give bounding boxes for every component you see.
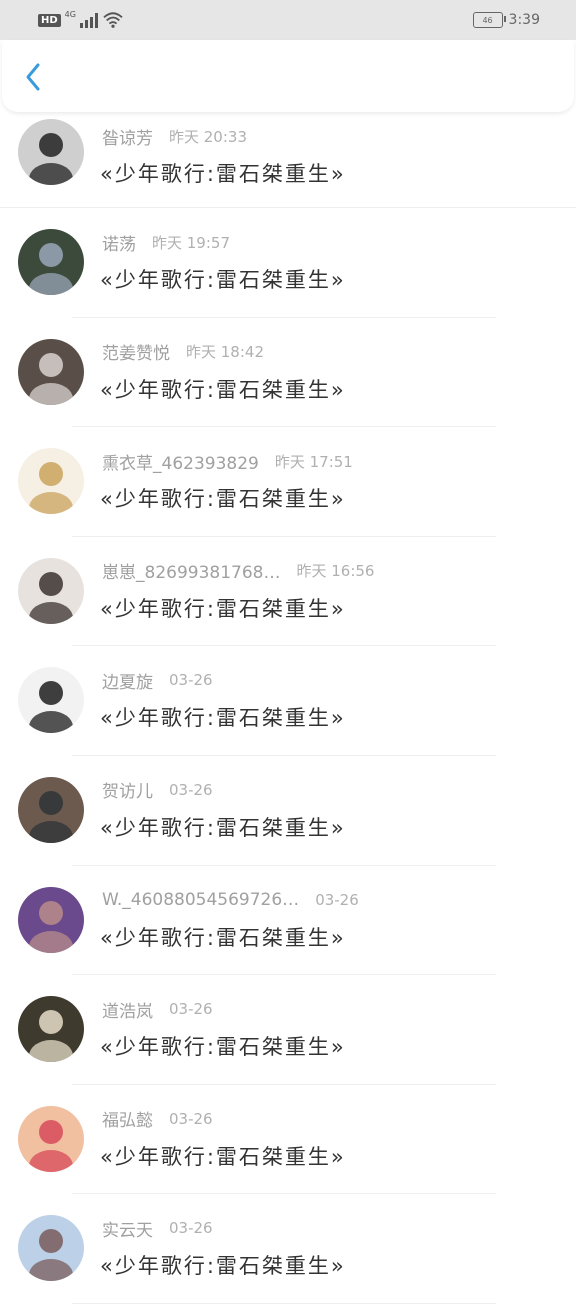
wifi-icon (103, 12, 123, 28)
avatar[interactable] (18, 338, 84, 405)
sender-name[interactable]: 福弘懿 (102, 1106, 153, 1131)
message-text[interactable]: «少年歌行:雷石桀重生» (100, 1031, 346, 1061)
back-button[interactable] (18, 62, 48, 92)
message-meta: 福弘懿 03-26 (102, 1106, 213, 1132)
sender-name[interactable]: 边夏旋 (102, 668, 153, 693)
message-text[interactable]: «少年歌行:雷石桀重生» (100, 1141, 346, 1171)
list-item[interactable]: 昝谅芳 昨天 20:33 «少年歌行:雷石桀重生» (0, 112, 576, 208)
message-time: 昨天 16:56 (296, 562, 375, 581)
sender-name[interactable]: 昝谅芳 (102, 124, 153, 149)
avatar[interactable] (18, 1215, 84, 1282)
message-meta: 道浩岚 03-26 (102, 997, 213, 1022)
avatar[interactable] (18, 229, 84, 295)
top-nav-bar (2, 40, 574, 112)
signal-icon (79, 12, 98, 28)
sender-name[interactable]: 范姜赞悦 (102, 339, 170, 364)
message-meta: 熏衣草_462393829 昨天 17:51 (102, 449, 353, 474)
message-time: 昨天 17:51 (274, 452, 353, 471)
message-meta: 诺荡 昨天 19:57 (102, 230, 230, 255)
message-text[interactable]: «少年歌行:雷石桀重生» (100, 922, 346, 952)
list-item[interactable]: 边夏旋 03-26 «少年歌行:雷石桀重生» (0, 646, 576, 756)
message-meta: 崽崽_82699381768… 昨天 16:56 (102, 559, 374, 583)
message-list: 昝谅芳 昨天 20:33 «少年歌行:雷石桀重生» 诺荡 昨天 19:57 «少年歌行:雷… (0, 112, 576, 1304)
message-time: 03-26 (169, 1219, 213, 1238)
message-text[interactable]: «少年歌行:雷石桀重生» (100, 264, 346, 294)
status-bar: HD 4G 46 3:39 (0, 0, 576, 40)
list-item[interactable]: 道浩岚 03-26 «少年歌行:雷石桀重生» (0, 975, 576, 1085)
avatar[interactable] (18, 448, 84, 515)
avatar[interactable] (18, 667, 84, 734)
sender-name[interactable]: 崽崽_82699381768… (102, 558, 280, 583)
message-meta: 边夏旋 03-26 (102, 668, 213, 693)
message-meta: W._46088054569726… 03-26 (102, 888, 359, 912)
sender-name[interactable]: 贺访儿 (102, 777, 153, 802)
message-time: 昨天 20:33 (169, 127, 247, 146)
list-item[interactable]: 贺访儿 03-26 «少年歌行:雷石桀重生» (0, 756, 576, 866)
message-meta: 昝谅芳 昨天 20:33 (102, 124, 247, 149)
message-time: 03-26 (169, 1000, 213, 1019)
sender-name[interactable]: 道浩岚 (102, 997, 153, 1022)
message-text[interactable]: «少年歌行:雷石桀重生» (100, 158, 346, 188)
clock: 3:39 (508, 12, 540, 28)
message-text[interactable]: «少年歌行:雷石桀重生» (100, 593, 346, 623)
avatar[interactable] (18, 996, 84, 1063)
list-item[interactable]: 福弘懿 03-26 «少年歌行:雷石桀重生» (0, 1085, 576, 1195)
message-meta: 实云天 03-26 (102, 1216, 213, 1241)
avatar[interactable] (18, 886, 84, 953)
avatar[interactable] (18, 776, 84, 843)
message-time: 03-26 (169, 780, 213, 799)
message-text[interactable]: «少年歌行:雷石桀重生» (100, 483, 346, 513)
sender-name[interactable]: 熏衣草_462393829 (102, 449, 259, 474)
message-text[interactable]: «少年歌行:雷石桀重生» (100, 702, 346, 732)
sender-name[interactable]: W._46088054569726… (102, 890, 299, 910)
message-time: 03-26 (169, 1109, 213, 1128)
message-text[interactable]: «少年歌行:雷石桀重生» (100, 812, 346, 842)
chevron-left-icon (26, 63, 40, 91)
avatar[interactable] (18, 557, 84, 624)
sender-name[interactable]: 实云天 (102, 1216, 153, 1241)
network-type: 4G (64, 9, 76, 19)
battery-icon: 46 (472, 12, 506, 28)
list-item[interactable]: 熏衣草_462393829 昨天 17:51 «少年歌行:雷石桀重生» (0, 427, 576, 537)
list-item[interactable]: 实云天 03-26 «少年歌行:雷石桀重生» (0, 1194, 576, 1304)
status-right: 46 3:39 (472, 12, 540, 28)
list-item[interactable]: W._46088054569726… 03-26 «少年歌行:雷石桀重生» (0, 866, 576, 976)
message-time: 03-26 (169, 671, 213, 690)
message-time: 昨天 18:42 (186, 343, 264, 362)
avatar[interactable] (18, 1105, 84, 1172)
avatar[interactable] (18, 119, 84, 185)
message-meta: 范姜赞悦 昨天 18:42 (102, 340, 264, 364)
message-meta: 贺访儿 03-26 (102, 777, 213, 803)
hd-badge: HD (38, 13, 61, 27)
message-text[interactable]: «少年歌行:雷石桀重生» (100, 374, 346, 404)
list-item[interactable]: 诺荡 昨天 19:57 «少年歌行:雷石桀重生» (0, 208, 576, 318)
list-item[interactable]: 崽崽_82699381768… 昨天 16:56 «少年歌行:雷石桀重生» (0, 537, 576, 647)
message-time: 03-26 (315, 890, 359, 909)
message-time: 昨天 19:57 (152, 233, 230, 252)
battery-level: 46 (482, 15, 493, 25)
status-left: HD 4G (38, 9, 124, 29)
sender-name[interactable]: 诺荡 (102, 230, 136, 255)
message-text[interactable]: «少年歌行:雷石桀重生» (100, 1250, 346, 1280)
list-item[interactable]: 范姜赞悦 昨天 18:42 «少年歌行:雷石桀重生» (0, 318, 576, 428)
